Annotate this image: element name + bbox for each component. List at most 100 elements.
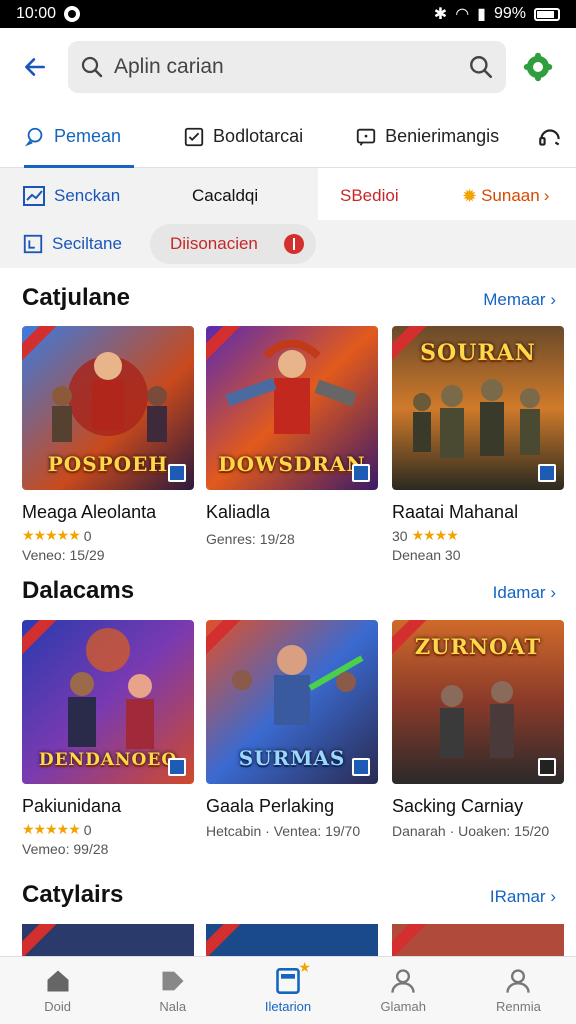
filter-diisonacien[interactable]: Diisonacien [150,224,316,264]
chip-label: SBedioi [340,186,399,205]
home-icon [47,970,69,992]
game-thumbnail-partial[interactable] [206,924,378,956]
game-thumbnail: SURMAS [206,620,378,784]
tab-more[interactable] [513,106,563,168]
game-meta: Vemeo: 99/28 [22,841,109,857]
stars-icon: ★★★★★ [22,821,81,837]
game-meta: Danarah · Uoaken: 15/20 [392,823,550,839]
search-submit-icon[interactable] [468,54,494,80]
filter-senckan[interactable]: Senckan [22,176,120,216]
tab-pemean[interactable]: Pemean [0,106,135,168]
nav-label: Iletarion [264,999,312,1014]
filter-sunaan[interactable]: ✹ Sunaan › [462,176,549,216]
art-title: SOURAN [420,340,536,366]
nav-glamah[interactable]: Glamah [346,957,461,1024]
back-arrow-icon [25,58,45,76]
rating: ★★★★★ 0 [22,821,194,838]
art-title: ZURNOAT [414,634,542,659]
filter-cacaldqi[interactable]: Cacaldqi [192,176,258,216]
settings-button[interactable] [520,49,556,85]
alert-icon [284,234,304,254]
status-time: 10:00 [16,5,57,22]
wifi-icon: ◠ [455,6,470,23]
game-name: Kaliadla [206,502,271,522]
game-card[interactable]: SOURAN Raatai Mahanal 30 ★★★★ Denean 30 [392,326,564,563]
search-bar[interactable] [68,41,506,93]
tab-label: Benierimangis [385,126,500,146]
game-card[interactable]: ZURNOAT Sacking Carniay Danarah · Uoaken… [392,620,564,839]
game-thumbnail: DENDANOEO [22,620,194,784]
game-card[interactable]: DOWSDRAN Kaliadla Genres: 19/28 [206,326,378,547]
chip-label: Senckan [54,186,121,205]
game-thumbnail: ZURNOAT [392,620,564,784]
headset-icon [539,128,560,146]
game-thumbnail: POSPOEH [22,326,194,490]
game-thumbnail-partial[interactable] [392,924,564,956]
checkbox-icon [184,127,204,146]
game-name: Pakiunidana [22,796,122,816]
tab-label: Pemean [54,126,122,146]
battery-icon [534,7,560,21]
platform-icon [352,758,370,776]
filter-sbedioi[interactable]: SBedioi [340,176,399,216]
search-icon [81,56,103,78]
game-thumbnail: SOURAN [392,326,564,490]
tab-benierimangis[interactable]: Benierimangis [331,106,499,168]
sun-icon: ✹ [462,185,478,206]
game-card[interactable]: DENDANOEO Pakiunidana ★★★★★ 0 Vemeo: 99/2… [22,620,194,857]
tab-bar: Pemean Bodlotarcai Benierimangis [0,106,576,168]
game-card[interactable]: POSPOEH Meaga Aleolanta ★★★★★ 0 Veneo: 15… [22,326,194,563]
more-label: IRamar [489,887,546,906]
nav-library[interactable]: ★ Iletarion [230,957,345,1024]
chevron-right-icon: › [550,887,556,906]
section-title: Catylairs [22,881,124,908]
chip-label: Diisonacien [170,234,258,253]
new-badge [22,924,60,956]
game-card[interactable]: SURMAS Gaala Perlaking Hetcabin · Ventea… [206,620,378,839]
notification-icon [64,6,81,22]
nav-nala[interactable]: Nala [115,957,230,1024]
section-title: Dalacams [22,577,135,604]
chart-icon [23,186,45,206]
tag-icon [162,971,184,991]
nav-label: Glamah [380,999,426,1014]
signal-icon: ▮ [477,6,486,23]
platform-icon [168,464,186,482]
chip-label: Sunaan [481,186,540,205]
rating-value: 0 [83,527,92,544]
star-icon: ★ [298,959,311,975]
battery-level: 99% [493,5,526,22]
person-icon [391,969,415,993]
art-title: POSPOEH [47,452,169,476]
filter-seciltane[interactable]: Seciltane [22,224,122,264]
tab-bodlotarcai[interactable]: Bodlotarcai [159,106,303,168]
gear-icon [523,52,553,82]
nav-renmia[interactable]: Renmia [461,957,576,1024]
search-input[interactable] [114,55,468,79]
game-thumbnail: DOWSDRAN [206,326,378,490]
platform-icon [352,464,370,482]
app-header [0,28,576,106]
section-more-link[interactable]: IRamar › [490,887,556,907]
rating: ★★★★★ 0 [22,527,194,544]
section-more-link[interactable]: Memaar › [483,290,556,310]
chip-label: Seciltane [52,234,122,253]
nav-home[interactable]: Doid [0,957,115,1024]
game-meta: Hetcabin · Ventea: 19/70 [206,823,361,839]
back-button[interactable] [14,46,56,88]
stars-icon: ★★★★★ [22,527,81,543]
platform-icon [168,758,186,776]
game-name: Gaala Perlaking [206,796,335,816]
game-meta: Genres: 19/28 [206,531,295,547]
new-badge [392,924,430,956]
more-label: Memaar [483,290,546,309]
more-label: Idamar [492,583,546,602]
game-name: Meaga Aleolanta [22,502,157,522]
nav-label: Doid [44,999,71,1014]
game-meta: Denean 30 [392,547,461,563]
settings-corner-icon [538,758,556,776]
chat-icon [24,127,43,146]
game-thumbnail-partial[interactable] [22,924,194,956]
section-more-link[interactable]: Idamar › [493,583,556,603]
nav-label: Nala [159,999,187,1014]
